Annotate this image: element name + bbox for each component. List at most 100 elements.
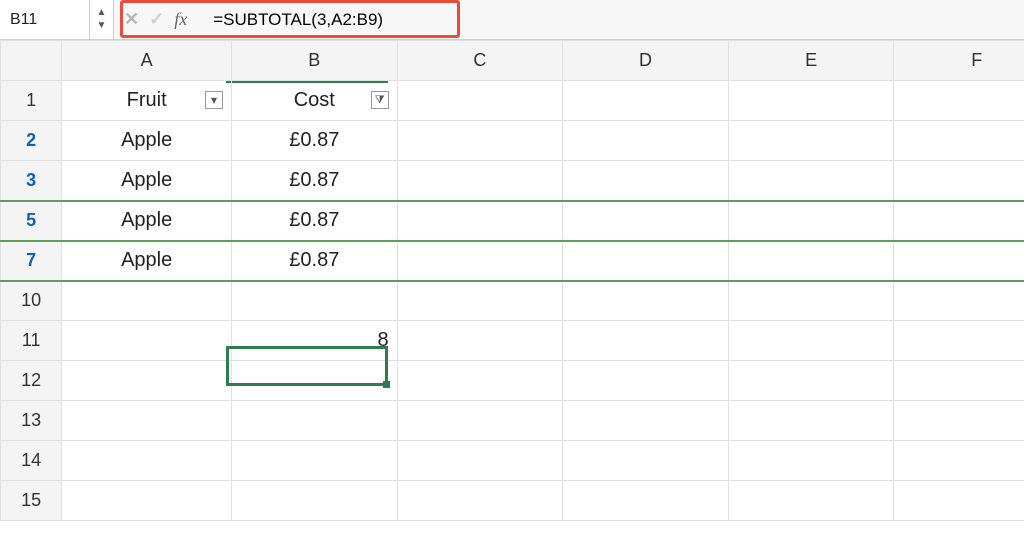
- cell-B3[interactable]: £0.87: [232, 161, 398, 201]
- column-header-B[interactable]: B: [232, 41, 398, 81]
- select-all-corner[interactable]: [1, 41, 62, 81]
- cell-F3[interactable]: [894, 161, 1024, 201]
- cell-F2[interactable]: [894, 121, 1024, 161]
- cell-B1[interactable]: Cost ⧩: [232, 81, 398, 121]
- cell-C10[interactable]: [397, 281, 563, 321]
- cell-E7[interactable]: [728, 241, 894, 281]
- table-row: 13: [1, 401, 1024, 441]
- row-header-15[interactable]: 15: [1, 481, 62, 521]
- cell-C13[interactable]: [397, 401, 563, 441]
- cell-A13[interactable]: [62, 401, 232, 441]
- table-row: 12: [1, 361, 1024, 401]
- cell-E3[interactable]: [728, 161, 894, 201]
- cell-D14[interactable]: [563, 441, 729, 481]
- cell-C11[interactable]: [397, 321, 563, 361]
- cell-A3[interactable]: Apple: [62, 161, 232, 201]
- cell-A1[interactable]: Fruit ▾: [62, 81, 232, 121]
- cell-D15[interactable]: [563, 481, 729, 521]
- cell-D1[interactable]: [563, 81, 729, 121]
- row-header-2[interactable]: 2: [1, 121, 62, 161]
- cell-B15[interactable]: [232, 481, 398, 521]
- cell-F10[interactable]: [894, 281, 1024, 321]
- cell-E10[interactable]: [728, 281, 894, 321]
- cell-E12[interactable]: [728, 361, 894, 401]
- insert-function-button[interactable]: fx: [174, 9, 187, 30]
- cell-A11[interactable]: [62, 321, 232, 361]
- cell-C14[interactable]: [397, 441, 563, 481]
- cell-C5[interactable]: [397, 201, 563, 241]
- cell-F5[interactable]: [894, 201, 1024, 241]
- cell-D10[interactable]: [563, 281, 729, 321]
- table-header-fruit: Fruit: [127, 89, 167, 111]
- row-header-5[interactable]: 5: [1, 201, 62, 241]
- cell-C7[interactable]: [397, 241, 563, 281]
- cell-A14[interactable]: [62, 441, 232, 481]
- cell-E15[interactable]: [728, 481, 894, 521]
- cell-F13[interactable]: [894, 401, 1024, 441]
- column-header-F[interactable]: F: [894, 41, 1024, 81]
- name-box-stepper[interactable]: ▲ ▼: [90, 0, 114, 39]
- row-header-1[interactable]: 1: [1, 81, 62, 121]
- accept-formula-button[interactable]: ✓: [149, 9, 164, 30]
- cell-C12[interactable]: [397, 361, 563, 401]
- row-header-10[interactable]: 10: [1, 281, 62, 321]
- cell-D7[interactable]: [563, 241, 729, 281]
- cell-A2[interactable]: Apple: [62, 121, 232, 161]
- row-header-3[interactable]: 3: [1, 161, 62, 201]
- cell-A12[interactable]: [62, 361, 232, 401]
- cell-B10[interactable]: [232, 281, 398, 321]
- name-box[interactable]: B11: [0, 0, 90, 39]
- column-header-E[interactable]: E: [728, 41, 894, 81]
- column-header-D[interactable]: D: [563, 41, 729, 81]
- column-header-A[interactable]: A: [62, 41, 232, 81]
- cell-D5[interactable]: [563, 201, 729, 241]
- cell-B12[interactable]: [232, 361, 398, 401]
- row-header-11[interactable]: 11: [1, 321, 62, 361]
- column-header-C[interactable]: C: [397, 41, 563, 81]
- cell-B14[interactable]: [232, 441, 398, 481]
- cell-B5[interactable]: £0.87: [232, 201, 398, 241]
- cell-C3[interactable]: [397, 161, 563, 201]
- cell-E5[interactable]: [728, 201, 894, 241]
- cell-F15[interactable]: [894, 481, 1024, 521]
- stepper-up-icon[interactable]: ▲: [94, 7, 110, 19]
- cell-F1[interactable]: [894, 81, 1024, 121]
- filter-dropdown-A-icon[interactable]: ▾: [205, 91, 223, 109]
- cell-F11[interactable]: [894, 321, 1024, 361]
- cell-D2[interactable]: [563, 121, 729, 161]
- worksheet[interactable]: A B C D E F 1 Fruit ▾ Cost: [0, 40, 1024, 521]
- cell-E1[interactable]: [728, 81, 894, 121]
- cell-E14[interactable]: [728, 441, 894, 481]
- cell-C15[interactable]: [397, 481, 563, 521]
- cell-F7[interactable]: [894, 241, 1024, 281]
- row-header-12[interactable]: 12: [1, 361, 62, 401]
- cell-D11[interactable]: [563, 321, 729, 361]
- formula-input[interactable]: [207, 5, 1004, 35]
- cell-D12[interactable]: [563, 361, 729, 401]
- row-header-13[interactable]: 13: [1, 401, 62, 441]
- row-header-14[interactable]: 14: [1, 441, 62, 481]
- row-header-7[interactable]: 7: [1, 241, 62, 281]
- filter-active-B-icon[interactable]: ⧩: [371, 91, 389, 109]
- cell-B2[interactable]: £0.87: [232, 121, 398, 161]
- cell-F12[interactable]: [894, 361, 1024, 401]
- cell-E2[interactable]: [728, 121, 894, 161]
- cell-D13[interactable]: [563, 401, 729, 441]
- cell-A10[interactable]: [62, 281, 232, 321]
- cell-A5[interactable]: Apple: [62, 201, 232, 241]
- cell-B13[interactable]: [232, 401, 398, 441]
- table-row: 7 Apple £0.87: [1, 241, 1024, 281]
- cell-E11[interactable]: [728, 321, 894, 361]
- cell-B7[interactable]: £0.87: [232, 241, 398, 281]
- cell-C1[interactable]: [397, 81, 563, 121]
- cell-C2[interactable]: [397, 121, 563, 161]
- stepper-down-icon[interactable]: ▼: [94, 20, 110, 32]
- cell-A15[interactable]: [62, 481, 232, 521]
- cancel-formula-button[interactable]: ✕: [124, 9, 139, 30]
- cell-A7[interactable]: Apple: [62, 241, 232, 281]
- cell-E13[interactable]: [728, 401, 894, 441]
- formula-bar: B11 ▲ ▼ ✕ ✓ fx: [0, 0, 1024, 40]
- cell-B11[interactable]: 8: [232, 321, 398, 361]
- cell-F14[interactable]: [894, 441, 1024, 481]
- cell-D3[interactable]: [563, 161, 729, 201]
